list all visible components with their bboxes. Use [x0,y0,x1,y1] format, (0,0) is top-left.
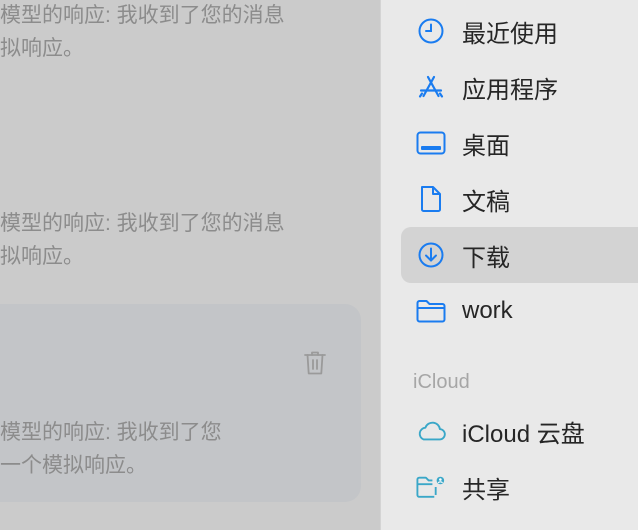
sidebar-item-downloads[interactable]: 下载 [401,227,638,283]
download-icon [416,240,446,270]
chat-message: 模型的响应: 我收到了您 一个模拟响应。 [0,421,222,477]
chat-message: 模型的响应: 我收到了您的消息 拟响应。 [0,4,285,60]
sidebar-item-recents[interactable]: 最近使用 [401,3,638,59]
sidebar-item-desktop[interactable]: 桌面 [401,115,638,171]
sidebar-item-icloud-drive[interactable]: iCloud 云盘 [401,403,638,459]
chat-message-card: 模型的响应: 我收到了您 一个模拟响应。 [0,304,361,502]
shared-folder-icon [416,472,446,502]
sidebar-item-documents[interactable]: 文稿 [401,171,638,227]
file-sidebar: 最近使用 应用程序 桌面 文稿 下载 work iCloud iCloud 云盘… [380,0,638,530]
sidebar-item-work[interactable]: work [401,283,638,339]
chat-message: 模型的响应: 我收到了您的消息 拟响应。 [0,212,285,268]
sidebar-item-shared[interactable]: 共享 [401,459,638,515]
cloud-icon [416,416,446,446]
chat-area: 模型的响应: 我收到了您的消息 拟响应。 模型的响应: 我收到了您的消息 拟响应… [0,0,380,530]
section-header-icloud: iCloud [413,371,470,393]
app-store-icon [416,72,446,102]
desktop-icon [416,128,446,158]
trash-icon[interactable] [303,350,327,376]
folder-icon [416,296,446,326]
sidebar-item-applications[interactable]: 应用程序 [401,59,638,115]
document-icon [416,184,446,214]
clock-icon [416,16,446,46]
